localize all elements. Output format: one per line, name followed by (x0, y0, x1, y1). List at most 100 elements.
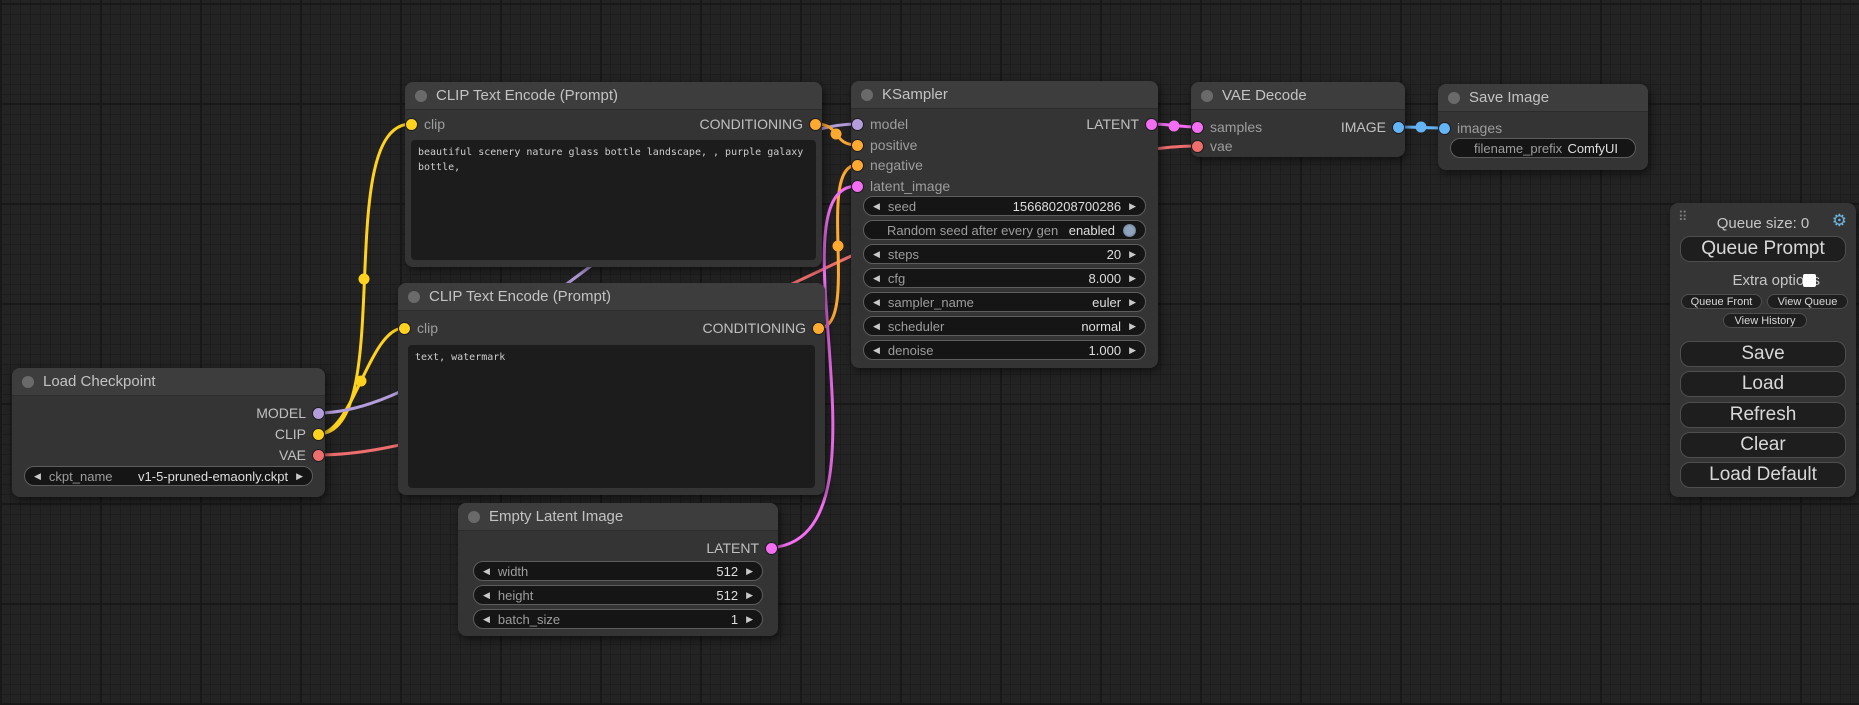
output-slot-clip: CLIP (275, 425, 324, 443)
samples-input-dot[interactable] (1192, 122, 1203, 133)
widget-label: width (498, 564, 528, 579)
prompt-textarea[interactable]: text, watermark (408, 345, 815, 488)
decrement-arrow-icon[interactable]: ◀ (873, 298, 880, 307)
latent-output-dot[interactable] (766, 543, 777, 554)
queue-prompt-button[interactable]: Queue Prompt (1680, 236, 1846, 262)
sampler-name-widget[interactable]: ◀ sampler_name euler ▶ (863, 292, 1146, 312)
widget-value: enabled (1069, 223, 1115, 238)
refresh-button[interactable]: Refresh (1680, 402, 1846, 428)
scheduler-widget[interactable]: ◀ scheduler normal ▶ (863, 316, 1146, 336)
node-clip-text-encode-negative[interactable]: CLIP Text Encode (Prompt) clip CONDITION… (398, 283, 825, 495)
save-button[interactable]: Save (1680, 341, 1846, 367)
node-vae-decode[interactable]: VAE Decode samples vae IMAGE (1191, 82, 1405, 157)
node-ksampler[interactable]: KSampler model positive negative latent_… (851, 81, 1158, 368)
widget-value: 1.000 (1089, 343, 1122, 358)
increment-arrow-icon[interactable]: ▶ (746, 615, 753, 624)
node-title-bar[interactable]: Empty Latent Image (458, 503, 778, 531)
conditioning-output-dot[interactable] (813, 323, 824, 334)
random-seed-toggle-dot[interactable] (1123, 224, 1136, 237)
collapse-dot-icon[interactable] (22, 376, 34, 388)
collapse-dot-icon[interactable] (861, 89, 873, 101)
clip-input-dot[interactable] (399, 323, 410, 334)
clear-button[interactable]: Clear (1680, 432, 1846, 458)
node-empty-latent-image[interactable]: Empty Latent Image LATENT ◀ width 512 ▶ … (458, 503, 778, 636)
view-history-button[interactable]: View History (1723, 313, 1807, 328)
latent-image-input-dot[interactable] (852, 181, 863, 192)
seed-widget[interactable]: ◀ seed 156680208700286 ▶ (863, 196, 1146, 216)
collapse-dot-icon[interactable] (1201, 90, 1213, 102)
extra-options-checkbox[interactable] (1803, 274, 1816, 287)
ckpt-name-widget[interactable]: ◀ ckpt_name v1-5-pruned-emaonly.ckpt ▶ (24, 466, 313, 486)
node-title-bar[interactable]: CLIP Text Encode (Prompt) (398, 283, 825, 311)
clip-output-dot[interactable] (313, 429, 324, 440)
node-title-bar[interactable]: VAE Decode (1191, 82, 1405, 110)
width-widget[interactable]: ◀ width 512 ▶ (473, 561, 763, 581)
collapse-dot-icon[interactable] (1448, 92, 1460, 104)
widget-value: 156680208700286 (1013, 199, 1121, 214)
node-load-checkpoint[interactable]: Load Checkpoint MODEL CLIP VAE ◀ ckpt_na… (12, 368, 325, 497)
increment-arrow-icon[interactable]: ▶ (1129, 346, 1136, 355)
input-slot-positive: positive (852, 136, 917, 154)
comfyui-canvas[interactable]: { "colors": { "model": "#b39ddb", "clip"… (0, 0, 1859, 705)
decrement-arrow-icon[interactable]: ◀ (873, 202, 880, 211)
slot-label: positive (870, 137, 917, 153)
decrement-arrow-icon[interactable]: ◀ (483, 591, 490, 600)
extra-options-label: Extra options (1670, 272, 1820, 289)
cfg-widget[interactable]: ◀ cfg 8.000 ▶ (863, 268, 1146, 288)
decrement-arrow-icon[interactable]: ◀ (483, 615, 490, 624)
images-input-dot[interactable] (1439, 123, 1450, 134)
settings-gear-icon[interactable]: ⚙ (1832, 212, 1847, 229)
vae-input-dot[interactable] (1192, 141, 1203, 152)
steps-widget[interactable]: ◀ steps 20 ▶ (863, 244, 1146, 264)
decrement-arrow-icon[interactable]: ◀ (483, 567, 490, 576)
load-default-button[interactable]: Load Default (1680, 462, 1846, 488)
widget-label: steps (888, 247, 919, 262)
node-title-bar[interactable]: CLIP Text Encode (Prompt) (405, 82, 822, 110)
widget-value: normal (1081, 319, 1121, 334)
positive-input-dot[interactable] (852, 140, 863, 151)
image-output-dot[interactable] (1393, 122, 1404, 133)
node-title: CLIP Text Encode (Prompt) (429, 288, 611, 305)
increment-arrow-icon[interactable]: ▶ (746, 567, 753, 576)
increment-arrow-icon[interactable]: ▶ (1129, 322, 1136, 331)
increment-arrow-icon[interactable]: ▶ (1129, 250, 1136, 259)
decrement-arrow-icon[interactable]: ◀ (873, 346, 880, 355)
height-widget[interactable]: ◀ height 512 ▶ (473, 585, 763, 605)
output-slot-image: IMAGE (1341, 118, 1404, 136)
decrement-arrow-icon[interactable]: ◀ (34, 472, 41, 481)
collapse-dot-icon[interactable] (415, 90, 427, 102)
output-slot-conditioning: CONDITIONING (703, 319, 824, 337)
view-queue-button[interactable]: View Queue (1767, 294, 1848, 309)
random-seed-widget[interactable]: Random seed after every gen enabled (863, 220, 1146, 240)
slot-label: latent_image (870, 178, 950, 194)
queue-front-button[interactable]: Queue Front (1681, 294, 1762, 309)
node-title-bar[interactable]: Load Checkpoint (12, 368, 325, 396)
increment-arrow-icon[interactable]: ▶ (746, 591, 753, 600)
negative-input-dot[interactable] (852, 160, 863, 171)
increment-arrow-icon[interactable]: ▶ (1129, 202, 1136, 211)
denoise-widget[interactable]: ◀ denoise 1.000 ▶ (863, 340, 1146, 360)
batch-size-widget[interactable]: ◀ batch_size 1 ▶ (473, 609, 763, 629)
conditioning-output-dot[interactable] (810, 119, 821, 130)
increment-arrow-icon[interactable]: ▶ (296, 472, 303, 481)
increment-arrow-icon[interactable]: ▶ (1129, 298, 1136, 307)
clip-input-dot[interactable] (406, 119, 417, 130)
node-title-bar[interactable]: Save Image (1438, 84, 1648, 112)
node-save-image[interactable]: Save Image images filename_prefix ComfyU… (1438, 84, 1648, 170)
model-output-dot[interactable] (313, 408, 324, 419)
input-slot-images: images (1439, 119, 1502, 137)
decrement-arrow-icon[interactable]: ◀ (873, 274, 880, 283)
model-input-dot[interactable] (852, 119, 863, 130)
latent-output-dot[interactable] (1146, 119, 1157, 130)
collapse-dot-icon[interactable] (408, 291, 420, 303)
filename-prefix-widget[interactable]: filename_prefix ComfyUI (1450, 138, 1636, 158)
load-button[interactable]: Load (1680, 371, 1846, 397)
node-clip-text-encode-positive[interactable]: CLIP Text Encode (Prompt) clip CONDITION… (405, 82, 822, 267)
decrement-arrow-icon[interactable]: ◀ (873, 322, 880, 331)
prompt-textarea[interactable]: beautiful scenery nature glass bottle la… (411, 140, 816, 260)
decrement-arrow-icon[interactable]: ◀ (873, 250, 880, 259)
collapse-dot-icon[interactable] (468, 511, 480, 523)
vae-output-dot[interactable] (313, 450, 324, 461)
increment-arrow-icon[interactable]: ▶ (1129, 274, 1136, 283)
node-title-bar[interactable]: KSampler (851, 81, 1158, 109)
